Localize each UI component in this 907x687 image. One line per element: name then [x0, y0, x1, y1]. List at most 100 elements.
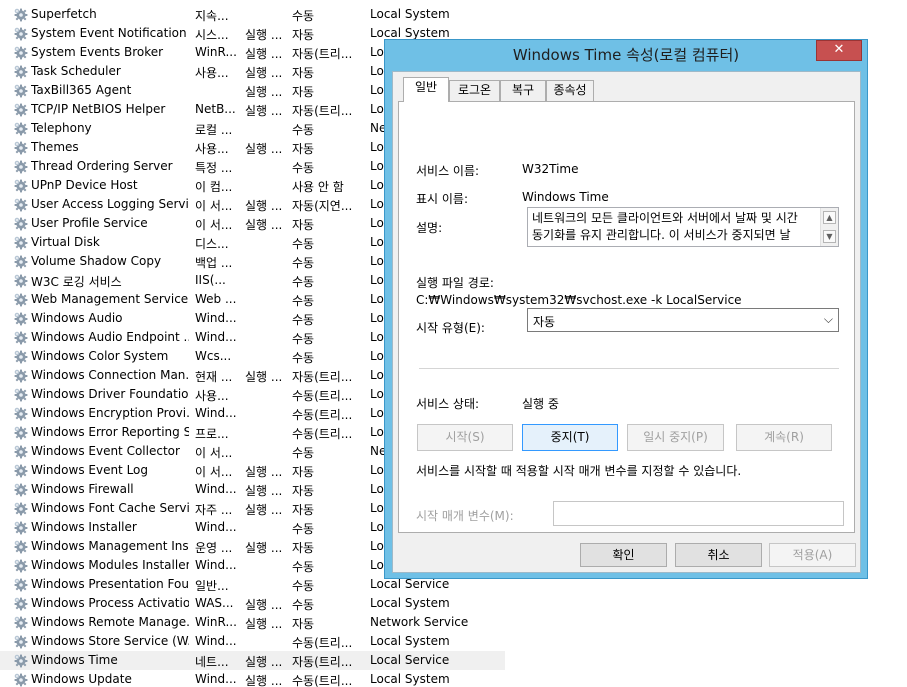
service-desc: 특정 ...: [195, 161, 233, 175]
service-startup: 수동: [292, 579, 315, 593]
gear-icon: [12, 424, 28, 440]
service-name: UPnP Device Host: [31, 178, 138, 192]
service-startup: 자동: [292, 85, 315, 99]
service-desc: 이 컴...: [195, 180, 233, 194]
service-desc: 이 서...: [195, 446, 233, 460]
service-startup: 자동(트리...: [292, 47, 353, 61]
start-button[interactable]: 시작(S): [417, 424, 513, 451]
resume-button[interactable]: 계속(R): [736, 424, 832, 451]
tab-recovery[interactable]: 복구: [500, 80, 546, 101]
gear-icon: [12, 272, 28, 288]
service-startup: 수동: [292, 598, 315, 612]
service-startup: 수동: [292, 332, 315, 346]
gear-icon: [12, 291, 28, 307]
service-status: 실행 ...: [245, 484, 283, 498]
divider: [419, 368, 839, 369]
service-name: Windows Management Inst...: [31, 539, 189, 553]
description-scrollbar[interactable]: ▲ ▼: [820, 208, 838, 246]
service-status: 실행 ...: [245, 674, 283, 687]
service-row[interactable]: Windows Update Wind... 실행 ... 수동(트리... Local…: [0, 670, 505, 687]
service-row[interactable]: Superfetch 지속... 수동 Local System: [0, 5, 505, 24]
tab-dependencies[interactable]: 종속성: [546, 80, 594, 101]
tab-logon[interactable]: 로그온: [449, 80, 500, 101]
service-startup: 자동: [292, 66, 315, 80]
service-status: 실행 ...: [245, 541, 283, 555]
service-desc: Web ...: [195, 292, 237, 306]
service-desc: Wind...: [195, 406, 237, 420]
service-startup: 자동(트리...: [292, 655, 353, 669]
params-hint: 서비스를 시작할 때 적용할 시작 매개 변수를 지정할 수 있습니다.: [416, 464, 742, 478]
service-name: Windows Font Cache Service: [31, 501, 189, 515]
service-logon: Local System: [370, 596, 450, 610]
service-desc: NetB...: [195, 102, 236, 116]
service-logon: Local Service: [370, 653, 450, 667]
service-desc: 현재 ...: [195, 370, 233, 384]
pause-button[interactable]: 일시 중지(P): [627, 424, 724, 451]
gear-icon: [12, 101, 28, 117]
service-status: 실행 ...: [245, 66, 283, 80]
gear-icon: [12, 44, 28, 60]
service-startup: 자동: [292, 541, 315, 555]
service-status: 실행 ...: [245, 104, 283, 118]
service-name: User Access Logging Service: [31, 197, 189, 211]
service-name: Web Management Service: [31, 292, 189, 306]
service-name: Windows Firewall: [31, 482, 134, 496]
service-startup: 자동(트리...: [292, 104, 353, 118]
start-params-input[interactable]: [553, 501, 844, 526]
service-desc: Wind...: [195, 330, 237, 344]
service-name: Windows Event Log: [31, 463, 149, 477]
service-status: 실행 ...: [245, 218, 283, 232]
service-desc: 사용...: [195, 142, 229, 156]
service-startup: 수동(트리...: [292, 408, 353, 422]
dialog-body: 일반 로그온 복구 종속성 서비스 이름: W32Time 표시 이름: Win…: [392, 71, 861, 573]
service-name: Windows Update: [31, 672, 132, 686]
service-status: 실행 ...: [245, 370, 283, 384]
service-name: Windows Encryption Provi...: [31, 406, 189, 420]
gear-icon: [12, 139, 28, 155]
service-row[interactable]: Windows Time 네트... 실행 ... 자동(트리... Local Ser…: [0, 651, 505, 670]
description-text: 네트워크의 모든 클라이언트와 서버에서 날짜 및 시간 동기화를 유지 관리합…: [532, 210, 820, 244]
apply-button[interactable]: 적용(A): [769, 543, 856, 567]
service-startup: 수동: [292, 522, 315, 536]
service-desc: Wind...: [195, 634, 237, 648]
ok-button[interactable]: 확인: [580, 543, 667, 567]
service-row[interactable]: Windows Process Activatio... WAS... 실행 ...…: [0, 594, 505, 613]
service-desc: 자주 ...: [195, 503, 233, 517]
service-status: 실행 ...: [245, 28, 283, 42]
service-status: 실행 ...: [245, 598, 283, 612]
gear-icon: [12, 196, 28, 212]
service-desc: 이 서...: [195, 218, 233, 232]
gear-icon: [12, 614, 28, 630]
service-name: User Profile Service: [31, 216, 148, 230]
service-startup: 수동: [292, 256, 315, 270]
service-startup: 자동: [292, 484, 315, 498]
tab-general[interactable]: 일반: [403, 77, 449, 102]
scroll-up-icon[interactable]: ▲: [823, 211, 836, 224]
service-desc: Wcs...: [195, 349, 232, 363]
service-startup: 자동: [292, 218, 315, 232]
gear-icon: [12, 576, 28, 592]
service-startup: 수동: [292, 275, 315, 289]
gear-icon: [12, 652, 28, 668]
service-name: Windows Event Collector: [31, 444, 180, 458]
service-row[interactable]: Windows Remote Manage... WinR... 실행 ... 자동 N…: [0, 613, 505, 632]
stop-button[interactable]: 중지(T): [522, 424, 618, 451]
startup-type-select[interactable]: 자동 ⌵: [527, 308, 839, 332]
description-box[interactable]: 네트워크의 모든 클라이언트와 서버에서 날짜 및 시간 동기화를 유지 관리합…: [527, 207, 839, 247]
close-button[interactable]: ✕: [816, 40, 862, 61]
cancel-button[interactable]: 취소: [675, 543, 762, 567]
startup-type-value: 자동: [533, 315, 556, 329]
service-startup: 수동: [292, 161, 315, 175]
gear-icon: [12, 557, 28, 573]
scroll-down-icon[interactable]: ▼: [823, 230, 836, 243]
service-name: Task Scheduler: [31, 64, 121, 78]
service-startup: 수동: [292, 123, 315, 137]
service-name: Windows Remote Manage...: [31, 615, 189, 629]
service-row[interactable]: Windows Store Service (W... Wind... 수동(트리.…: [0, 632, 505, 651]
service-desc: 로컬 ...: [195, 123, 233, 137]
service-status: 실행 ...: [245, 142, 283, 156]
service-startup: 수동: [292, 237, 315, 251]
general-panel: 서비스 이름: W32Time 표시 이름: Windows Time 설명: …: [398, 101, 855, 533]
service-desc: IIS(...: [195, 273, 226, 287]
service-desc: 이 서...: [195, 199, 233, 213]
